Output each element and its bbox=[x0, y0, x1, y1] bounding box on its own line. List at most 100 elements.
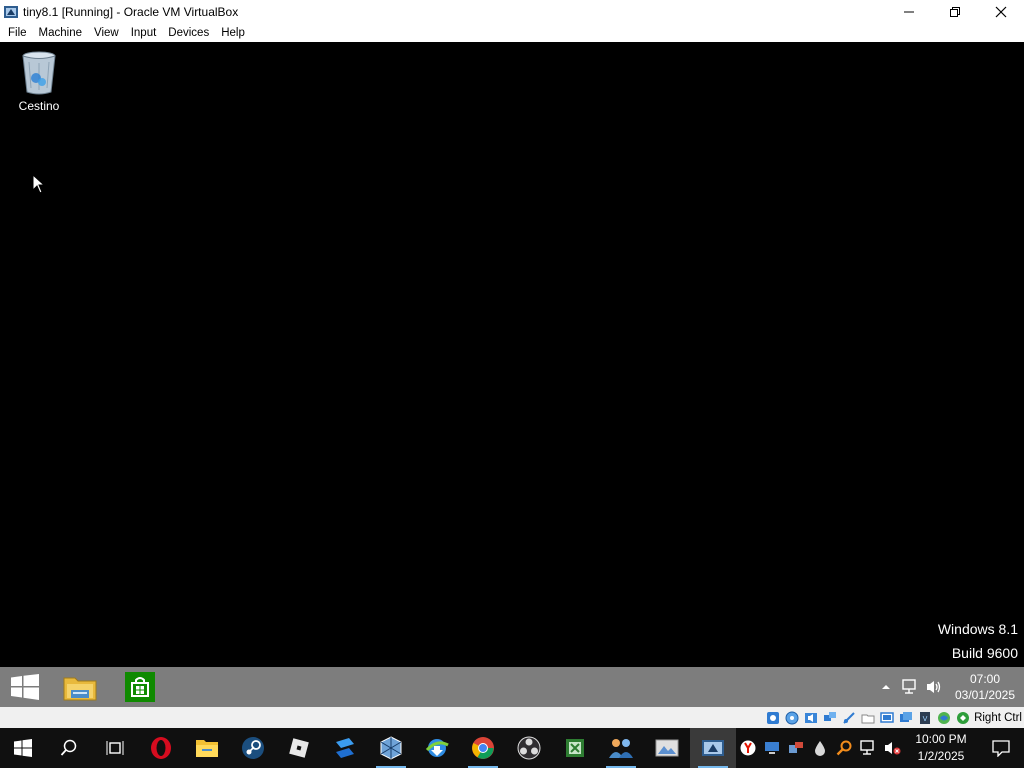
menu-devices[interactable]: Devices bbox=[162, 27, 215, 39]
guest-network-tray[interactable] bbox=[898, 667, 922, 707]
mouse-cursor-icon bbox=[32, 174, 46, 194]
host-clock-date: 1/2/2025 bbox=[917, 749, 965, 763]
file-explorer-icon bbox=[63, 677, 97, 701]
close-icon bbox=[995, 6, 1007, 17]
guest-desktop[interactable]: Cestino Windows 8.1 Build 9600 bbox=[0, 42, 1024, 667]
chrome-icon bbox=[472, 737, 494, 759]
virtualbox-icon bbox=[380, 736, 402, 760]
excel-like-icon bbox=[566, 739, 584, 757]
yandex-icon bbox=[740, 740, 756, 756]
host-app-photo-viewer[interactable] bbox=[644, 728, 690, 768]
vbox-usb-indicator[interactable] bbox=[839, 709, 858, 727]
vbox-keyboard-indicator[interactable] bbox=[953, 709, 972, 727]
host-clock[interactable]: 10:00 PM 1/2/2025 bbox=[904, 731, 978, 765]
windows-logo-icon bbox=[14, 739, 32, 757]
file-explorer-icon bbox=[196, 740, 218, 757]
minimize-button[interactable] bbox=[886, 0, 932, 23]
host-app-virtualbox-window[interactable] bbox=[690, 728, 736, 768]
tray-network[interactable] bbox=[856, 728, 880, 768]
guest-volume-tray[interactable] bbox=[922, 667, 946, 707]
vbox-display-indicator[interactable] bbox=[877, 709, 896, 727]
guest-clock-time: 07:00 bbox=[969, 672, 1001, 686]
menu-view[interactable]: View bbox=[88, 27, 125, 39]
host-app-steam[interactable] bbox=[230, 728, 276, 768]
tray-search-tool[interactable] bbox=[832, 728, 856, 768]
menu-file[interactable]: File bbox=[2, 27, 33, 39]
volume-muted-icon bbox=[885, 742, 901, 755]
tray-volume[interactable] bbox=[880, 728, 904, 768]
menu-machine[interactable]: Machine bbox=[33, 27, 88, 39]
menu-help[interactable]: Help bbox=[215, 27, 251, 39]
tray-monitor[interactable] bbox=[760, 728, 784, 768]
vbox-recording-indicator[interactable] bbox=[896, 709, 915, 727]
host-app-virtualbox[interactable] bbox=[368, 728, 414, 768]
device-manager-icon bbox=[789, 742, 803, 753]
people-icon bbox=[609, 739, 633, 758]
virtualbox-window-icon bbox=[702, 740, 724, 756]
photo-viewer-icon bbox=[655, 739, 679, 757]
tray-drop[interactable] bbox=[808, 728, 832, 768]
roblox-icon bbox=[289, 738, 309, 758]
volume-icon bbox=[927, 681, 941, 693]
search-icon bbox=[60, 739, 77, 756]
guest-system-tray: 07:00 03/01/2025 bbox=[874, 667, 1024, 707]
vbox-cpu-indicator[interactable]: V bbox=[915, 709, 934, 727]
restore-icon bbox=[950, 6, 960, 17]
vbox-optical-indicator[interactable] bbox=[782, 709, 801, 727]
opera-icon bbox=[151, 737, 171, 759]
host-app-spreadsheet[interactable] bbox=[552, 728, 598, 768]
host-app-people[interactable] bbox=[598, 728, 644, 768]
shared-folders-icon bbox=[861, 714, 875, 723]
guest-taskbar: 07:00 03/01/2025 bbox=[0, 667, 1024, 707]
host-app-obs[interactable] bbox=[506, 728, 552, 768]
windows-build-watermark: Windows 8.1 Build 9600 bbox=[938, 617, 1018, 665]
host-app-idm[interactable] bbox=[414, 728, 460, 768]
vbox-audio-indicator[interactable] bbox=[801, 709, 820, 727]
window-titlebar: tiny8.1 [Running] - Oracle VM VirtualBox bbox=[0, 0, 1024, 23]
host-clock-time: 10:00 PM bbox=[915, 732, 967, 746]
chevron-up-icon bbox=[882, 685, 890, 689]
desktop-icon-recycle-bin[interactable]: Cestino bbox=[10, 48, 68, 113]
watermark-os: Windows 8.1 bbox=[937, 621, 1018, 637]
network-icon bbox=[823, 711, 836, 721]
tray-device-manager[interactable] bbox=[784, 728, 808, 768]
task-view-icon bbox=[106, 741, 124, 755]
desktop-icon-label: Cestino bbox=[18, 99, 60, 113]
tray-yandex[interactable] bbox=[736, 728, 760, 768]
watermark-build: Build 9600 bbox=[951, 645, 1018, 661]
roblox-studio-icon bbox=[336, 738, 354, 758]
host-search-button[interactable] bbox=[46, 728, 92, 768]
host-app-roblox[interactable] bbox=[276, 728, 322, 768]
action-center-button[interactable] bbox=[978, 728, 1024, 768]
close-button[interactable] bbox=[978, 0, 1024, 23]
audio-icon bbox=[804, 712, 817, 723]
windows-logo-icon bbox=[11, 674, 39, 700]
recording-icon bbox=[899, 711, 912, 722]
host-task-view-button[interactable] bbox=[92, 728, 138, 768]
host-app-file-explorer[interactable] bbox=[184, 728, 230, 768]
host-app-chrome[interactable] bbox=[460, 728, 506, 768]
network-icon bbox=[860, 740, 874, 755]
usb-icon bbox=[842, 711, 855, 724]
guest-clock[interactable]: 07:00 03/01/2025 bbox=[946, 671, 1024, 703]
host-start-button[interactable] bbox=[0, 728, 46, 768]
guest-show-hidden-icons[interactable] bbox=[874, 667, 898, 707]
mouse-integration-icon bbox=[937, 711, 950, 724]
vbox-mouse-integration-indicator[interactable] bbox=[934, 709, 953, 727]
drop-icon bbox=[815, 741, 825, 756]
guest-store-button[interactable] bbox=[110, 667, 170, 707]
guest-file-explorer-button[interactable] bbox=[50, 667, 110, 707]
obs-icon bbox=[517, 736, 541, 760]
guest-start-button[interactable] bbox=[0, 667, 50, 707]
internet-download-manager-icon bbox=[425, 739, 449, 757]
hard-disk-icon bbox=[766, 711, 779, 724]
vbox-shared-folders-indicator[interactable] bbox=[858, 709, 877, 727]
vbox-network-indicator[interactable] bbox=[820, 709, 839, 727]
host-app-roblox-studio[interactable] bbox=[322, 728, 368, 768]
restore-button[interactable] bbox=[932, 0, 978, 23]
virtualbox-app-icon bbox=[4, 5, 18, 18]
menu-input[interactable]: Input bbox=[125, 27, 163, 39]
notification-icon bbox=[992, 740, 1010, 757]
host-app-opera[interactable] bbox=[138, 728, 184, 768]
vbox-hard-disk-indicator[interactable] bbox=[763, 709, 782, 727]
